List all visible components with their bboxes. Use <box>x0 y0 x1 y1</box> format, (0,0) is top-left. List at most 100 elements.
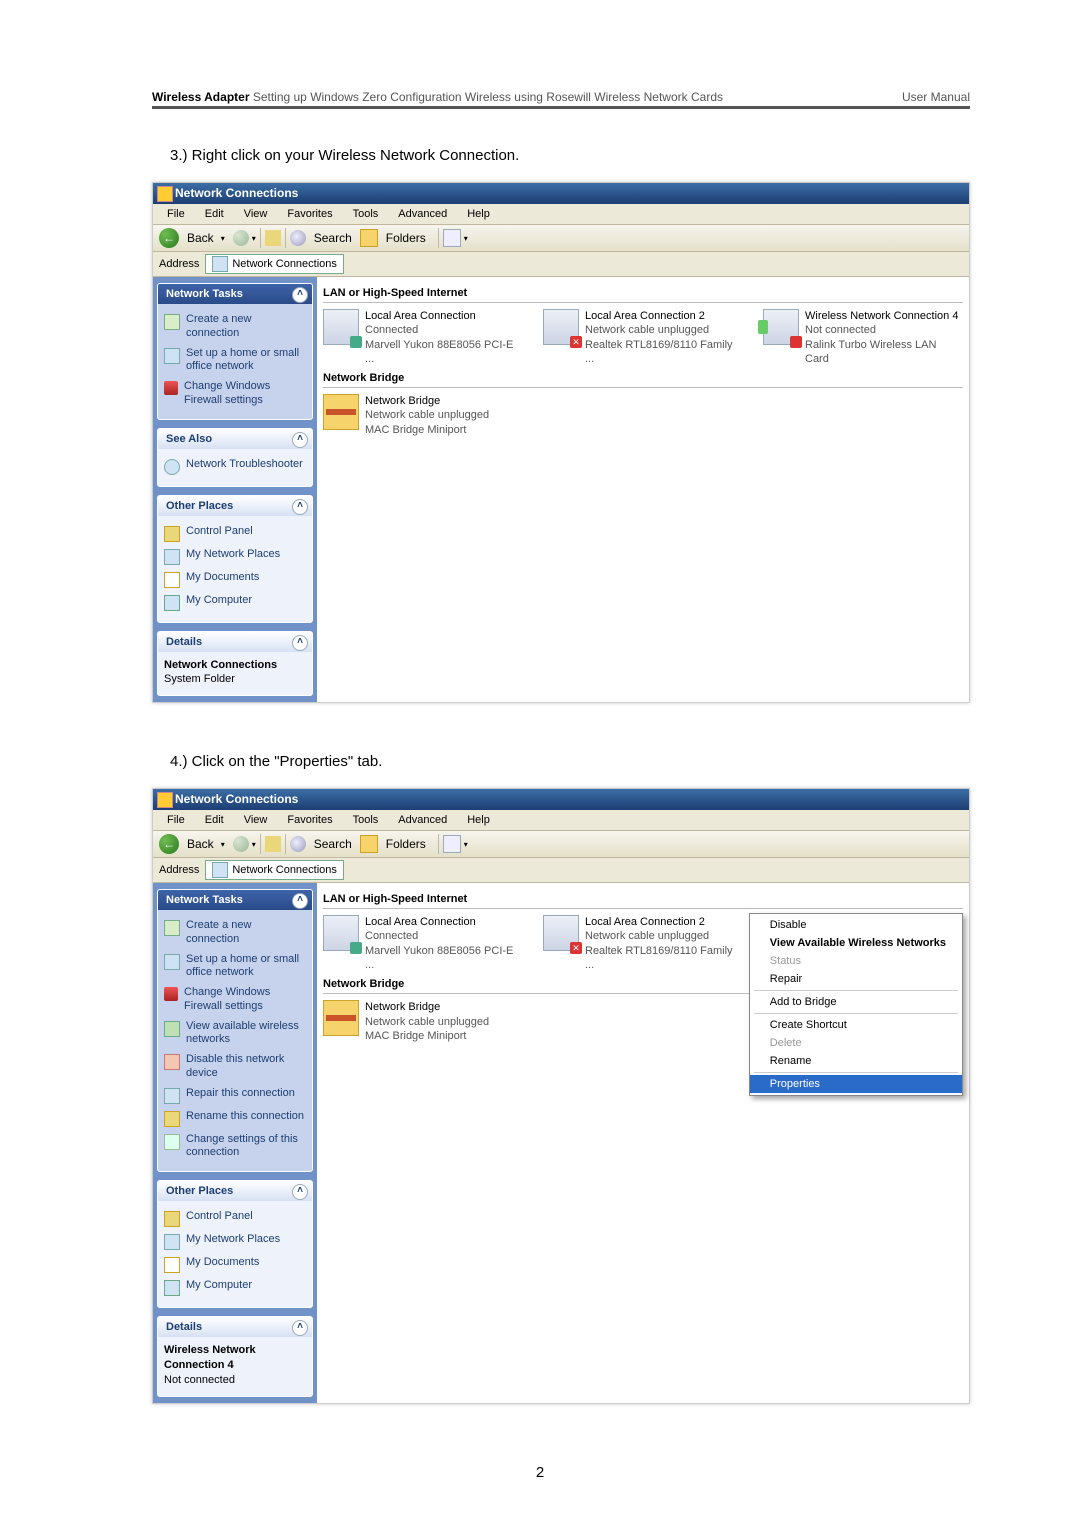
menu-bar[interactable]: File Edit View Favorites Tools Advanced … <box>153 204 969 225</box>
menu-help[interactable]: Help <box>457 206 500 222</box>
conn-wlan[interactable]: Wireless Network Connection 4Not connect… <box>763 309 963 366</box>
ctx-rename[interactable]: Rename <box>750 1052 962 1070</box>
ctx-properties[interactable]: Properties <box>750 1075 962 1093</box>
collapse-icon[interactable]: ˄ <box>292 893 308 909</box>
ctx-disable[interactable]: Disable <box>750 916 962 934</box>
forward-icon[interactable] <box>233 230 249 246</box>
menu-file[interactable]: File <box>157 812 195 828</box>
menu-advanced[interactable]: Advanced <box>388 206 457 222</box>
folders-button[interactable]: Folders <box>378 231 434 245</box>
panel-head[interactable]: Other Places˄ <box>158 1181 312 1201</box>
collapse-icon[interactable]: ˄ <box>292 499 308 515</box>
views-icon[interactable] <box>443 835 461 853</box>
dropdown-icon[interactable]: ▾ <box>218 234 225 243</box>
dropdown-icon[interactable]: ▾ <box>461 840 468 849</box>
panel-details: Details˄ Wireless Network Connection 4 N… <box>157 1316 313 1397</box>
menu-view[interactable]: View <box>234 812 278 828</box>
collapse-icon[interactable]: ˄ <box>292 1184 308 1200</box>
menu-tools[interactable]: Tools <box>343 206 389 222</box>
menu-advanced[interactable]: Advanced <box>388 812 457 828</box>
panel-head[interactable]: Network Tasks˄ <box>158 890 312 910</box>
address-input[interactable]: Network Connections <box>205 254 344 274</box>
dropdown-icon[interactable]: ▾ <box>249 840 256 849</box>
task-create-connection[interactable]: Create a new connection <box>164 310 306 344</box>
task-setup-home[interactable]: Set up a home or small office network <box>164 950 306 984</box>
search-icon[interactable] <box>290 230 306 246</box>
task-disable[interactable]: Disable this network device <box>164 1050 306 1084</box>
menu-tools[interactable]: Tools <box>343 812 389 828</box>
link-my-computer[interactable]: My Computer <box>164 591 306 614</box>
dropdown-icon[interactable]: ▾ <box>218 840 225 849</box>
conn-bridge[interactable]: Network BridgeNetwork cable unpluggedMAC… <box>323 394 523 437</box>
menu-edit[interactable]: Edit <box>195 206 234 222</box>
panel-head[interactable]: Network Tasks˄ <box>158 284 312 304</box>
folders-button[interactable]: Folders <box>378 837 434 851</box>
collapse-icon[interactable]: ˄ <box>292 1320 308 1336</box>
search-icon[interactable] <box>290 836 306 852</box>
conn-bridge[interactable]: Network BridgeNetwork cable unpluggedMAC… <box>323 1000 523 1043</box>
link-my-computer[interactable]: My Computer <box>164 1276 306 1299</box>
views-icon[interactable] <box>443 229 461 247</box>
conn-lan2[interactable]: Local Area Connection 2Network cable unp… <box>543 309 743 366</box>
link-control-panel[interactable]: Control Panel <box>164 1207 306 1230</box>
task-sidebar: Network Tasks˄ Create a new connection S… <box>153 883 317 1403</box>
computer-icon <box>164 1280 180 1296</box>
back-icon[interactable]: ← <box>159 834 179 854</box>
conn-lan1[interactable]: Local Area ConnectionConnectedMarvell Yu… <box>323 309 523 366</box>
task-rename[interactable]: Rename this connection <box>164 1107 306 1130</box>
task-view-wireless[interactable]: View available wireless networks <box>164 1017 306 1051</box>
folders-icon[interactable] <box>360 835 378 853</box>
collapse-icon[interactable]: ˄ <box>292 287 308 303</box>
ctx-add-bridge[interactable]: Add to Bridge <box>750 993 962 1011</box>
task-firewall[interactable]: Change Windows Firewall settings <box>164 983 306 1017</box>
screenshot-2: Network Connections File Edit View Favor… <box>152 788 970 1404</box>
conn-lan1[interactable]: Local Area ConnectionConnectedMarvell Yu… <box>323 915 523 972</box>
menu-help[interactable]: Help <box>457 812 500 828</box>
panel-head[interactable]: Details˄ <box>158 1317 312 1337</box>
search-button[interactable]: Search <box>306 837 360 851</box>
dropdown-icon[interactable]: ▾ <box>461 234 468 243</box>
menu-favorites[interactable]: Favorites <box>277 206 342 222</box>
panel-head[interactable]: Details˄ <box>158 632 312 652</box>
link-my-network[interactable]: My Network Places <box>164 545 306 568</box>
ctx-view-wireless[interactable]: View Available Wireless Networks <box>750 934 962 952</box>
panel-head[interactable]: Other Places˄ <box>158 496 312 516</box>
menu-file[interactable]: File <box>157 206 195 222</box>
menu-view[interactable]: View <box>234 206 278 222</box>
firewall-icon <box>164 381 178 395</box>
ctx-shortcut[interactable]: Create Shortcut <box>750 1016 962 1034</box>
home-icon <box>164 348 180 364</box>
search-button[interactable]: Search <box>306 231 360 245</box>
conn-lan2[interactable]: Local Area Connection 2Network cable unp… <box>543 915 743 972</box>
menu-edit[interactable]: Edit <box>195 812 234 828</box>
panel-head[interactable]: See Also˄ <box>158 429 312 449</box>
menu-favorites[interactable]: Favorites <box>277 812 342 828</box>
task-change-settings[interactable]: Change settings of this connection <box>164 1130 306 1164</box>
back-button[interactable]: Back▾ <box>179 231 233 245</box>
link-my-documents[interactable]: My Documents <box>164 568 306 591</box>
header-left: Wireless Adapter Setting up Windows Zero… <box>152 90 723 104</box>
context-menu[interactable]: Disable View Available Wireless Networks… <box>749 913 963 1096</box>
folders-icon[interactable] <box>360 229 378 247</box>
forward-icon[interactable] <box>233 836 249 852</box>
collapse-icon[interactable]: ˄ <box>292 432 308 448</box>
menu-bar[interactable]: File Edit View Favorites Tools Advanced … <box>153 810 969 831</box>
collapse-icon[interactable]: ˄ <box>292 635 308 651</box>
up-icon[interactable] <box>265 836 281 852</box>
address-input[interactable]: Network Connections <box>205 860 344 880</box>
up-icon[interactable] <box>265 230 281 246</box>
link-my-network[interactable]: My Network Places <box>164 1230 306 1253</box>
task-troubleshoot[interactable]: Network Troubleshooter <box>164 455 306 478</box>
lan-icon <box>323 915 359 951</box>
back-icon[interactable]: ← <box>159 228 179 248</box>
content-pane: LAN or High-Speed Internet Local Area Co… <box>317 277 969 702</box>
task-firewall[interactable]: Change Windows Firewall settings <box>164 377 306 411</box>
task-setup-home[interactable]: Set up a home or small office network <box>164 344 306 378</box>
link-control-panel[interactable]: Control Panel <box>164 522 306 545</box>
back-button[interactable]: Back▾ <box>179 837 233 851</box>
ctx-repair[interactable]: Repair <box>750 970 962 988</box>
dropdown-icon[interactable]: ▾ <box>249 234 256 243</box>
link-my-documents[interactable]: My Documents <box>164 1253 306 1276</box>
task-create-connection[interactable]: Create a new connection <box>164 916 306 950</box>
task-repair[interactable]: Repair this connection <box>164 1084 306 1107</box>
